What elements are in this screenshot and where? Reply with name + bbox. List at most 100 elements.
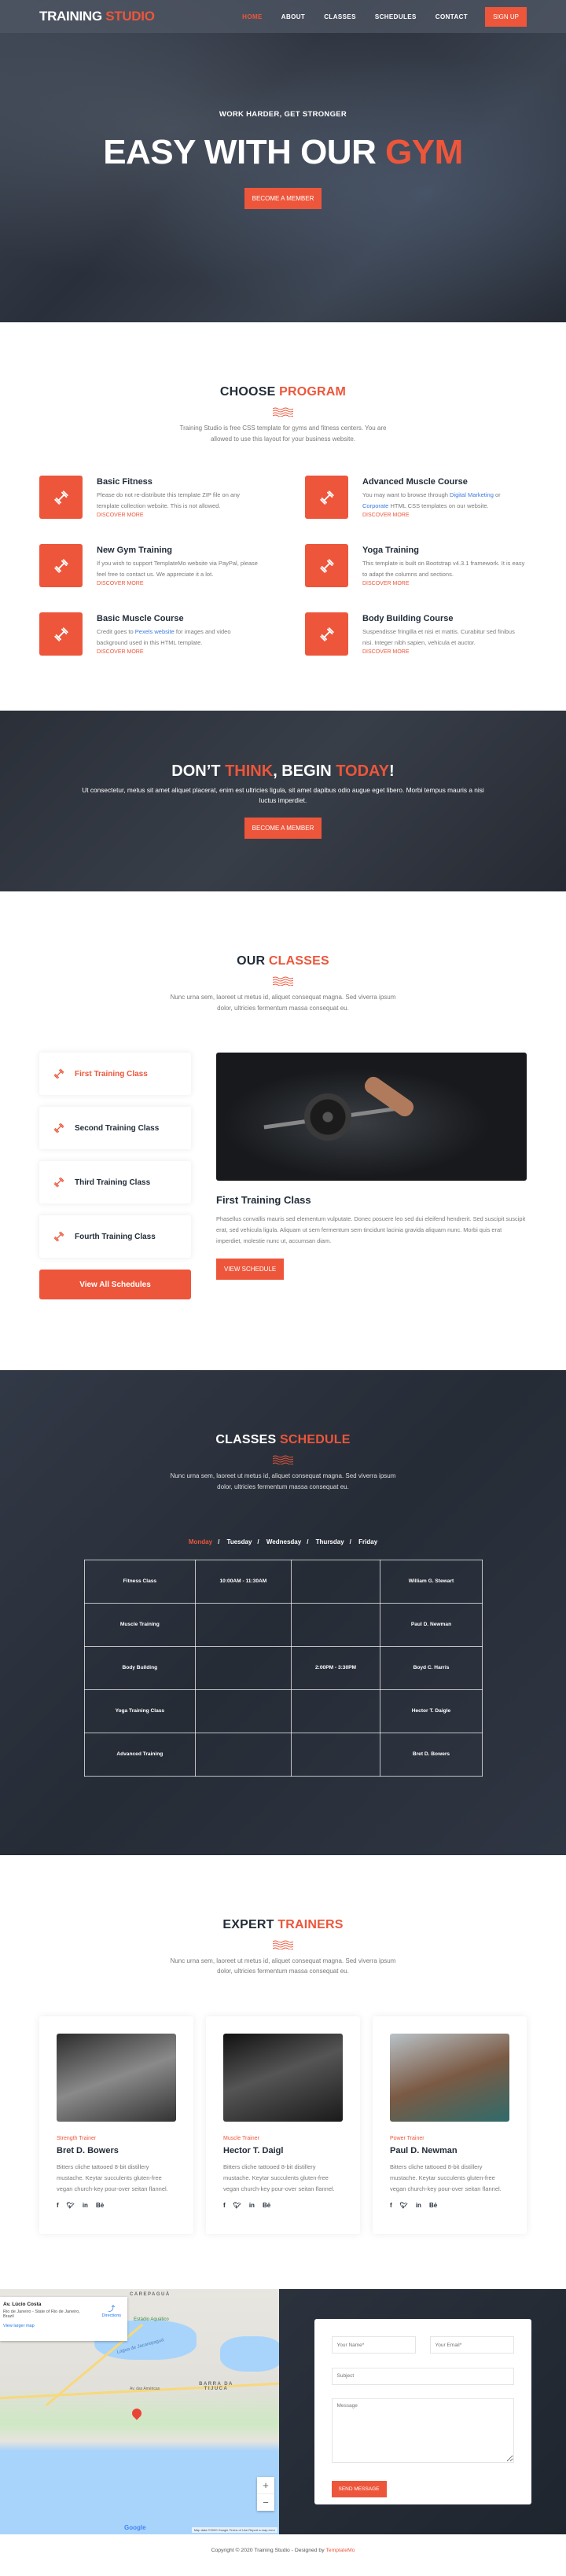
map-attribution[interactable]: Map data ©2020 Google Terms of Use Repor… bbox=[191, 2527, 277, 2534]
program-text: This template is built on Bootstrap v4.3… bbox=[362, 560, 525, 578]
dumbbell-icon bbox=[53, 1122, 65, 1134]
message-textarea[interactable] bbox=[331, 2398, 514, 2463]
subject-input[interactable] bbox=[331, 2367, 514, 2385]
templatemo-link[interactable]: TemplateMo bbox=[325, 2548, 355, 2553]
linkedin-icon[interactable]: in bbox=[416, 2202, 421, 2209]
map-label: Estádio Aquático bbox=[134, 2317, 169, 2323]
day-friday[interactable]: Friday bbox=[358, 1538, 377, 1545]
nav-schedules[interactable]: SCHEDULES bbox=[375, 13, 417, 20]
program-item: New Gym Training If you wish to support T… bbox=[39, 544, 261, 588]
directions-button[interactable]: ⤴ Directions bbox=[102, 2303, 121, 2318]
linkedin-icon[interactable]: in bbox=[249, 2202, 255, 2209]
discover-more-link[interactable]: DISCOVER MORE bbox=[97, 581, 261, 586]
discover-more-link[interactable]: DISCOVER MORE bbox=[97, 513, 261, 518]
contact-form: SEND MESSAGE bbox=[314, 2319, 531, 2505]
class-cell: Body Building bbox=[83, 1645, 197, 1690]
section-description: Training Studio is free CSS template for… bbox=[179, 424, 387, 443]
view-schedule-button[interactable]: VIEW SCHEDULE bbox=[216, 1259, 285, 1281]
logo[interactable]: TRAINING STUDIO bbox=[39, 9, 223, 24]
time-cell bbox=[195, 1732, 292, 1777]
dumbbell-icon bbox=[39, 544, 83, 588]
map-label: CAREPAGUÁ bbox=[130, 2292, 171, 2298]
zoom-in-button[interactable]: + bbox=[257, 2477, 274, 2493]
table-row: Yoga Training Class Hector T. Daigle bbox=[83, 1689, 483, 1733]
cta-become-member-button[interactable]: BECOME A MEMBER bbox=[244, 817, 322, 839]
discover-more-link[interactable]: DISCOVER MORE bbox=[362, 649, 527, 655]
text-part: HTML CSS templates on our website. bbox=[388, 502, 489, 509]
nav-home[interactable]: HOME bbox=[242, 13, 263, 20]
program-text: Suspendisse fringilla et nisi et mattis.… bbox=[362, 628, 515, 646]
day-thursday[interactable]: Thursday bbox=[316, 1538, 344, 1545]
program-item: Yoga Training This template is built on B… bbox=[305, 544, 527, 588]
trainer-photo bbox=[57, 2033, 176, 2122]
schedule-heading: CLASSES SCHEDULE Nunc urna sem, laoreet … bbox=[0, 1433, 566, 1492]
cta-section: DON’T THINK, BEGIN TODAY! Ut consectetur… bbox=[0, 711, 566, 892]
class-tab-third[interactable]: Third Training Class bbox=[39, 1161, 191, 1204]
nav-about[interactable]: ABOUT bbox=[281, 13, 305, 20]
program-text: If you wish to support TemplateMo websit… bbox=[97, 560, 258, 578]
time-cell bbox=[195, 1689, 292, 1733]
text-part: or bbox=[493, 491, 501, 499]
day-wednesday[interactable]: Wednesday bbox=[266, 1538, 301, 1545]
class-tab-first[interactable]: First Training Class bbox=[39, 1053, 191, 1096]
program-grid: Basic Fitness Please do not re-distribute… bbox=[0, 444, 566, 711]
send-message-button[interactable]: SEND MESSAGE bbox=[331, 2480, 387, 2497]
program-title: Basic Muscle Course bbox=[97, 614, 184, 624]
map-info-card: Av. Lúcio Costa Rio de Janeiro - State o… bbox=[0, 2297, 127, 2342]
facebook-icon[interactable]: f bbox=[223, 2202, 226, 2209]
become-member-button[interactable]: BECOME A MEMBER bbox=[244, 188, 322, 209]
dumbbell-icon bbox=[305, 612, 348, 656]
facebook-icon[interactable]: f bbox=[390, 2202, 392, 2209]
zoom-out-button[interactable]: − bbox=[257, 2493, 274, 2511]
behance-icon[interactable]: Bė bbox=[96, 2202, 104, 2209]
cta-title-part: , BEGIN bbox=[273, 763, 336, 781]
behance-icon[interactable]: Bė bbox=[429, 2202, 437, 2209]
twitter-icon[interactable]: 🐦︎ bbox=[233, 2202, 241, 2209]
linkedin-icon[interactable]: in bbox=[83, 2202, 88, 2209]
dumbbell-icon bbox=[39, 476, 83, 520]
name-input[interactable] bbox=[331, 2336, 416, 2354]
pexels-link[interactable]: Pexels website bbox=[135, 628, 175, 635]
class-tab-second[interactable]: Second Training Class bbox=[39, 1107, 191, 1150]
corporate-link[interactable]: Corporate bbox=[362, 502, 388, 509]
trainer-name: Bret D. Bowers bbox=[57, 2145, 119, 2155]
view-larger-map-link[interactable]: View larger map bbox=[3, 2324, 124, 2328]
nav-classes[interactable]: CLASSES bbox=[324, 13, 356, 20]
class-tab-fourth[interactable]: Fourth Training Class bbox=[39, 1215, 191, 1259]
schedule-section: CLASSES SCHEDULE Nunc urna sem, laoreet … bbox=[0, 1370, 566, 1855]
trainer-name: Hector T. Daigl bbox=[223, 2145, 284, 2155]
program-item: Basic Fitness Please do not re-distribute… bbox=[39, 476, 261, 520]
twitter-icon[interactable]: 🐦︎ bbox=[67, 2202, 75, 2209]
section-title: CLASSES SCHEDULE bbox=[0, 1433, 566, 1447]
programs-section: CHOOSE PROGRAM Training Studio is free C… bbox=[0, 322, 566, 711]
hero-section: TRAINING STUDIO HOME ABOUT CLASSES SCHED… bbox=[0, 0, 566, 322]
google-map[interactable]: CAREPAGUÁ BARRA DA TIJUCA Estádio Aquáti… bbox=[0, 2289, 279, 2535]
day-tuesday[interactable]: Tuesday bbox=[227, 1538, 252, 1545]
email-input[interactable] bbox=[429, 2336, 514, 2354]
social-links: f 🐦︎ in Bė bbox=[223, 2202, 343, 2209]
discover-more-link[interactable]: DISCOVER MORE bbox=[97, 649, 261, 655]
hero-title-accent: GYM bbox=[385, 133, 463, 171]
signup-button[interactable]: SIGN UP bbox=[485, 6, 527, 27]
logo-accent: STUDIO bbox=[105, 9, 155, 24]
class-tabs: First Training Class Second Training Cla… bbox=[39, 1053, 191, 1300]
wave-divider-icon bbox=[273, 976, 293, 986]
cta-title-accent: TODAY bbox=[336, 763, 390, 781]
title-accent: SCHEDULE bbox=[280, 1433, 351, 1447]
class-tab-label: First Training Class bbox=[75, 1069, 148, 1079]
program-title: Basic Fitness bbox=[97, 477, 153, 487]
discover-more-link[interactable]: DISCOVER MORE bbox=[362, 581, 527, 586]
nav-contact[interactable]: CONTACT bbox=[436, 13, 468, 20]
discover-more-link[interactable]: DISCOVER MORE bbox=[362, 513, 527, 518]
day-monday[interactable]: Monday bbox=[189, 1538, 212, 1545]
digital-marketing-link[interactable]: Digital Marketing bbox=[450, 491, 494, 498]
behance-icon[interactable]: Bė bbox=[263, 2202, 270, 2209]
view-all-schedules-button[interactable]: View All Schedules bbox=[39, 1270, 191, 1300]
facebook-icon[interactable]: f bbox=[57, 2202, 59, 2209]
map-label: BARRA DA TIJUCA bbox=[199, 2382, 233, 2392]
section-description: Nunc urna sem, laoreet ut metus id, aliq… bbox=[170, 1472, 396, 1490]
twitter-icon[interactable]: 🐦︎ bbox=[400, 2202, 408, 2209]
program-title: New Gym Training bbox=[97, 546, 172, 556]
title-main: CLASSES bbox=[215, 1433, 280, 1447]
directions-label: Directions bbox=[101, 2313, 121, 2319]
